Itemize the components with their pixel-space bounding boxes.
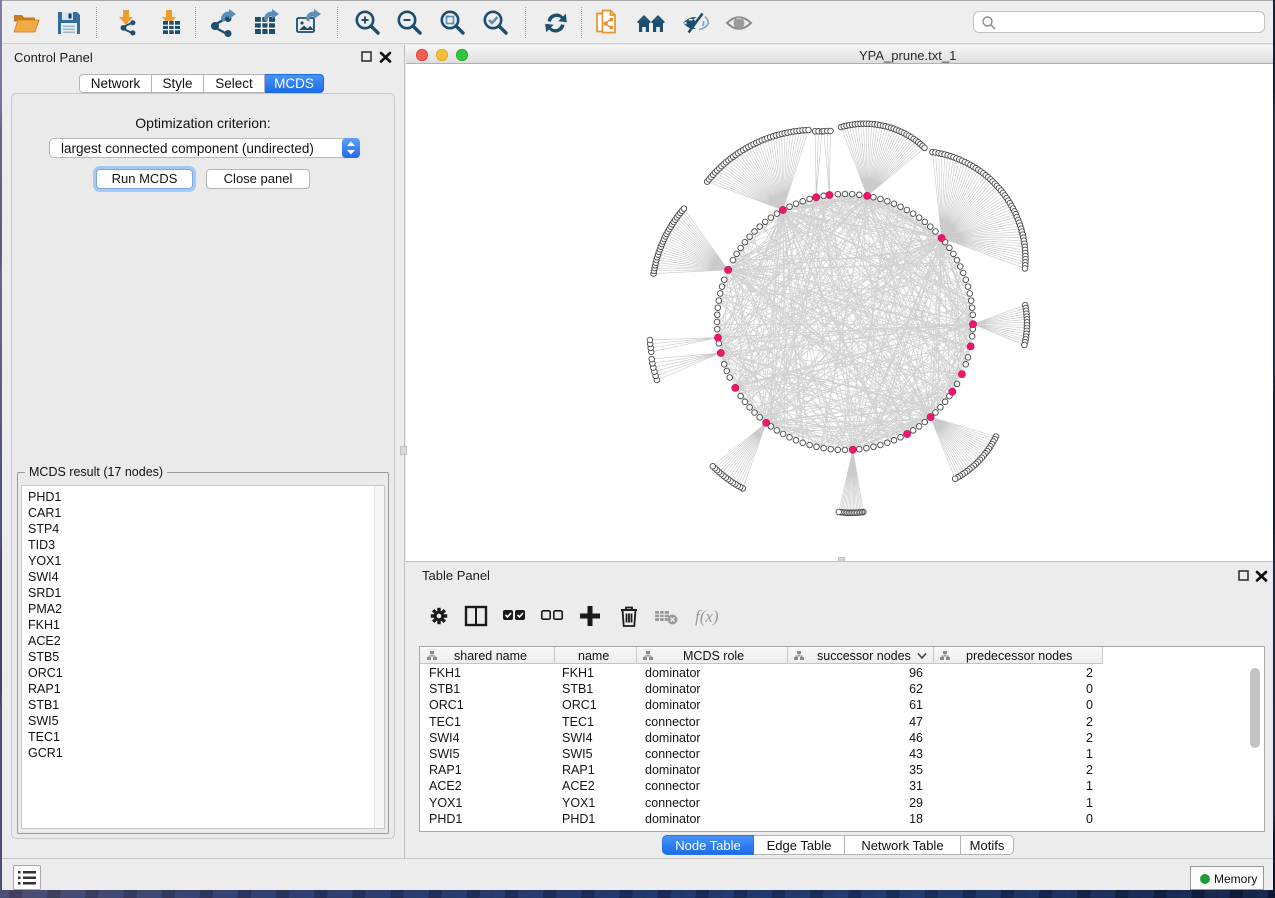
- svg-text:f(x): f(x): [695, 607, 719, 626]
